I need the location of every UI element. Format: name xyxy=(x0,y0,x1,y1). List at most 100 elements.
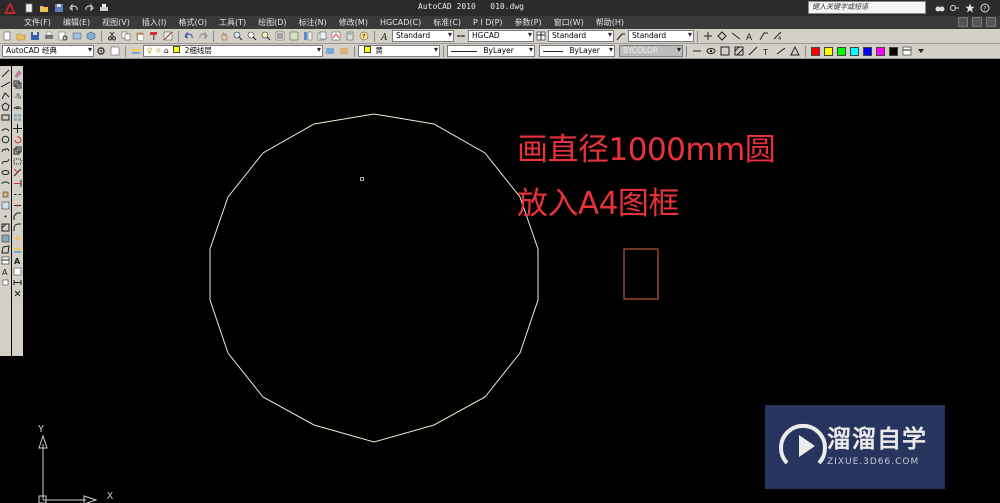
open-icon[interactable] xyxy=(15,30,27,42)
menu-dimension[interactable]: 标注(N) xyxy=(299,17,327,28)
offset-tool-icon[interactable] xyxy=(13,102,22,111)
palette-color-red[interactable] xyxy=(811,46,820,56)
publish-icon[interactable] xyxy=(71,30,83,42)
palette-color-green[interactable] xyxy=(837,46,846,56)
markup-icon[interactable] xyxy=(330,30,342,42)
help-search-input[interactable]: 键入关键字或短语 xyxy=(808,1,926,14)
menu-view[interactable]: 视图(V) xyxy=(102,17,130,28)
menu-insert[interactable]: 插入(I) xyxy=(142,17,167,28)
explode-tool-icon[interactable] xyxy=(13,234,22,243)
dim-linear-icon[interactable] xyxy=(691,45,703,57)
dimension-tool-icon[interactable] xyxy=(13,278,22,287)
star-icon[interactable] xyxy=(964,2,975,13)
array-tool-icon[interactable] xyxy=(13,113,22,122)
join-tool-icon[interactable] xyxy=(13,201,22,210)
calculator-icon[interactable] xyxy=(344,30,356,42)
arc-tool-icon[interactable] xyxy=(1,124,10,133)
layer-select[interactable]: ♀ ☼ ⌂ 2细线层 xyxy=(143,45,323,57)
a4-frame[interactable] xyxy=(623,248,659,300)
line-tool-icon[interactable] xyxy=(1,69,10,78)
point-tool-icon[interactable] xyxy=(1,212,10,221)
color-select[interactable]: 黄 xyxy=(358,45,440,57)
gradient-tool-icon[interactable] xyxy=(1,234,10,243)
dim-edit-icon[interactable]: 4 xyxy=(772,30,784,42)
table-style-select[interactable]: Standard xyxy=(548,30,614,42)
xline-icon[interactable] xyxy=(747,45,759,57)
restore-icon[interactable] xyxy=(972,17,982,27)
copy-icon[interactable] xyxy=(120,30,132,42)
undo-icon[interactable] xyxy=(183,30,195,42)
key-icon[interactable] xyxy=(949,2,960,13)
stretch-tool-icon[interactable] xyxy=(13,157,22,166)
plot-icon[interactable] xyxy=(43,30,55,42)
hatch-icon[interactable] xyxy=(733,45,745,57)
qnew-icon[interactable] xyxy=(1,30,13,42)
close-tool-icon[interactable] xyxy=(13,289,22,298)
3d-dwf-icon[interactable] xyxy=(85,30,97,42)
move-tool-icon[interactable] xyxy=(13,124,22,133)
linetype-select[interactable]: ByLayer xyxy=(447,45,535,57)
design-center-icon[interactable] xyxy=(288,30,300,42)
palette-color-magenta[interactable] xyxy=(876,46,885,56)
table-style-icon[interactable] xyxy=(535,30,547,42)
view-icon[interactable] xyxy=(705,45,717,57)
help-icon[interactable]: ? xyxy=(358,30,370,42)
palette-color-blue[interactable] xyxy=(863,46,872,56)
fillet-tool-icon[interactable] xyxy=(13,223,22,232)
move-icon[interactable] xyxy=(702,30,714,42)
redo-button[interactable] xyxy=(82,2,95,14)
menu-standard[interactable]: 标准(C) xyxy=(433,17,461,28)
snap-icon[interactable] xyxy=(716,30,728,42)
text-style-icon[interactable]: A xyxy=(379,30,391,42)
properties-icon[interactable] xyxy=(274,30,286,42)
layer-properties-icon[interactable] xyxy=(130,45,142,57)
plot-preview-icon[interactable] xyxy=(57,30,69,42)
workspace-save-icon[interactable] xyxy=(109,45,121,57)
circle-polygon[interactable] xyxy=(209,113,539,443)
menu-pid[interactable]: P I D(P) xyxy=(473,18,503,27)
save-icon[interactable] xyxy=(29,30,41,42)
plot-button[interactable] xyxy=(97,2,110,14)
hatch-tool-icon[interactable] xyxy=(1,223,10,232)
dist-icon[interactable] xyxy=(775,45,787,57)
trim-tool-icon[interactable] xyxy=(13,168,22,177)
menu-hgcad[interactable]: HGCAD(C) xyxy=(380,18,421,27)
break-icon[interactable] xyxy=(730,30,742,42)
color-table-icon[interactable] xyxy=(901,45,913,57)
menu-draw[interactable]: 绘图(D) xyxy=(258,17,286,28)
save-button[interactable] xyxy=(52,2,65,14)
menu-file[interactable]: 文件(F) xyxy=(24,17,51,28)
undo-button[interactable] xyxy=(67,2,80,14)
help-icon[interactable]: ? xyxy=(979,2,990,13)
tool-more-icon[interactable] xyxy=(1,278,10,287)
xline-tool-icon[interactable] xyxy=(1,80,10,89)
region-icon[interactable] xyxy=(719,45,731,57)
block-editor-icon[interactable] xyxy=(162,30,174,42)
make-layer-current-icon[interactable] xyxy=(324,45,336,57)
chamfer-tool-icon[interactable] xyxy=(13,212,22,221)
cut-icon[interactable] xyxy=(106,30,118,42)
mirror-tool-icon[interactable] xyxy=(13,91,22,100)
color-dropdown-icon[interactable] xyxy=(915,45,927,57)
text-icon[interactable]: T xyxy=(761,45,773,57)
ellipse-tool-icon[interactable] xyxy=(1,168,10,177)
close-icon[interactable] xyxy=(986,17,996,27)
pan-icon[interactable] xyxy=(218,30,230,42)
workspace-select[interactable]: AutoCAD 经典 xyxy=(2,45,94,57)
match-properties-icon[interactable] xyxy=(148,30,160,42)
binoculars-icon[interactable] xyxy=(934,2,945,13)
revcloud-tool-icon[interactable] xyxy=(1,146,10,155)
menu-modify[interactable]: 修改(M) xyxy=(339,17,368,28)
block-tool-icon[interactable] xyxy=(13,267,22,276)
area-icon[interactable] xyxy=(789,45,801,57)
new-file-button[interactable] xyxy=(22,2,35,14)
palette-color-black[interactable] xyxy=(889,46,898,56)
zoom-window-icon[interactable] xyxy=(246,30,258,42)
zoom-realtime-icon[interactable] xyxy=(232,30,244,42)
open-file-button[interactable] xyxy=(37,2,50,14)
zoom-previous-icon[interactable] xyxy=(260,30,272,42)
text-tool-icon[interactable]: A xyxy=(13,256,22,265)
region-tool-icon[interactable] xyxy=(1,245,10,254)
dim-style-icon[interactable] xyxy=(455,30,467,42)
menu-tools[interactable]: 工具(T) xyxy=(219,17,246,28)
